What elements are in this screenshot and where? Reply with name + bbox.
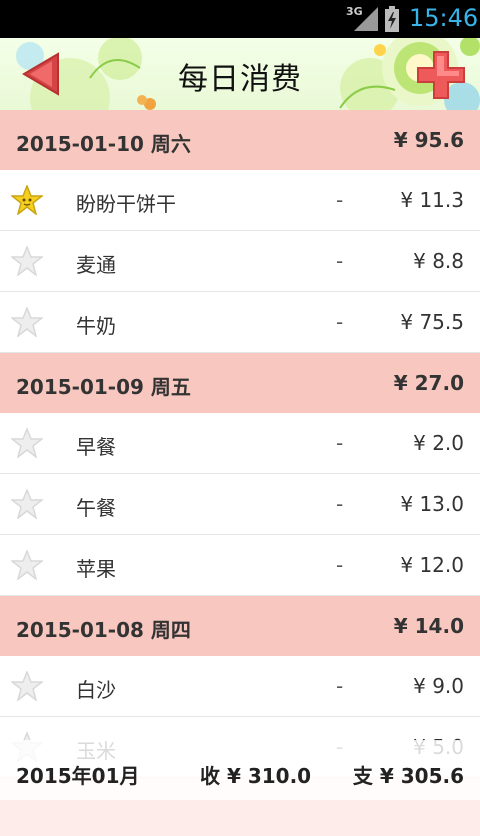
expense-name: 盼盼干饼干 bbox=[76, 192, 176, 216]
expense-amount: ¥ 8.8 bbox=[413, 249, 464, 273]
expense-name: 牛奶 bbox=[76, 314, 116, 338]
expense-row[interactable]: 盼盼干饼干 - ¥ 11.3 bbox=[0, 170, 480, 231]
expense-dash: - bbox=[336, 431, 344, 455]
summary-income: 收 ¥ 310.0 bbox=[200, 764, 312, 788]
expense-name: 午餐 bbox=[76, 496, 116, 520]
expense-dash: - bbox=[336, 188, 344, 212]
expense-amount: ¥ 2.0 bbox=[413, 431, 464, 455]
star-outline-icon[interactable] bbox=[11, 671, 43, 701]
star-filled-icon[interactable] bbox=[11, 185, 43, 215]
expense-dash: - bbox=[336, 553, 344, 577]
day-total: ¥ 95.6 bbox=[393, 128, 464, 152]
expense-amount: ¥ 11.3 bbox=[400, 188, 464, 212]
star-outline-icon[interactable] bbox=[11, 489, 43, 519]
star-outline-icon[interactable] bbox=[11, 246, 43, 276]
day-total: ¥ 14.0 bbox=[393, 614, 464, 638]
star-outline-icon[interactable] bbox=[11, 428, 43, 458]
app-header: 每日消费 bbox=[0, 38, 480, 110]
add-plus-icon[interactable] bbox=[414, 50, 468, 102]
expense-name: 苹果 bbox=[76, 557, 116, 581]
clock: 15:46 bbox=[409, 4, 479, 32]
day-total: ¥ 27.0 bbox=[393, 371, 464, 395]
expense-row[interactable]: 早餐 - ¥ 2.0 bbox=[0, 413, 480, 474]
expense-row[interactable]: 午餐 - ¥ 13.0 bbox=[0, 474, 480, 535]
day-date: 2015-01-09 周五 bbox=[16, 375, 191, 399]
expense-dash: - bbox=[336, 310, 344, 334]
expense-amount: ¥ 12.0 bbox=[400, 553, 464, 577]
expense-amount: ¥ 13.0 bbox=[400, 492, 464, 516]
day-date: 2015-01-10 周六 bbox=[16, 132, 191, 156]
expense-dash: - bbox=[336, 674, 344, 698]
expense-row[interactable]: 白沙 - ¥ 9.0 bbox=[0, 656, 480, 717]
page-title: 每日消费 bbox=[178, 62, 302, 97]
expense-row[interactable]: 麦通 - ¥ 8.8 bbox=[0, 231, 480, 292]
day-header[interactable]: 2015-01-10 周六 ¥ 95.6 bbox=[0, 110, 480, 170]
day-header[interactable]: 2015-01-09 周五 ¥ 27.0 bbox=[0, 353, 480, 413]
star-outline-icon[interactable] bbox=[11, 307, 43, 337]
summary-month: 2015年01月 bbox=[16, 764, 140, 788]
expense-list[interactable]: 2015-01-10 周六 ¥ 95.6 盼盼干饼干 - ¥ 11.3 麦通 -… bbox=[0, 110, 480, 778]
day-header[interactable]: 2015-01-08 周四 ¥ 14.0 bbox=[0, 596, 480, 656]
battery-charging-icon bbox=[385, 6, 399, 32]
monthly-summary-bar: 2015年01月 收 ¥ 310.0 支 ¥ 305.6 bbox=[0, 740, 480, 800]
star-outline-icon[interactable] bbox=[11, 550, 43, 580]
summary-expense: 支 ¥ 305.6 bbox=[352, 764, 464, 788]
status-bar: 3G 15:46 bbox=[0, 0, 480, 38]
expense-row[interactable]: 苹果 - ¥ 12.0 bbox=[0, 535, 480, 596]
expense-name: 白沙 bbox=[76, 678, 116, 702]
expense-amount: ¥ 9.0 bbox=[413, 674, 464, 698]
expense-row[interactable]: 牛奶 - ¥ 75.5 bbox=[0, 292, 480, 353]
expense-amount: ¥ 75.5 bbox=[400, 310, 464, 334]
expense-dash: - bbox=[336, 249, 344, 273]
day-date: 2015-01-08 周四 bbox=[16, 618, 191, 642]
signal-icon bbox=[354, 7, 378, 31]
expense-dash: - bbox=[336, 492, 344, 516]
expense-name: 麦通 bbox=[76, 253, 116, 277]
expense-name: 早餐 bbox=[76, 435, 116, 459]
